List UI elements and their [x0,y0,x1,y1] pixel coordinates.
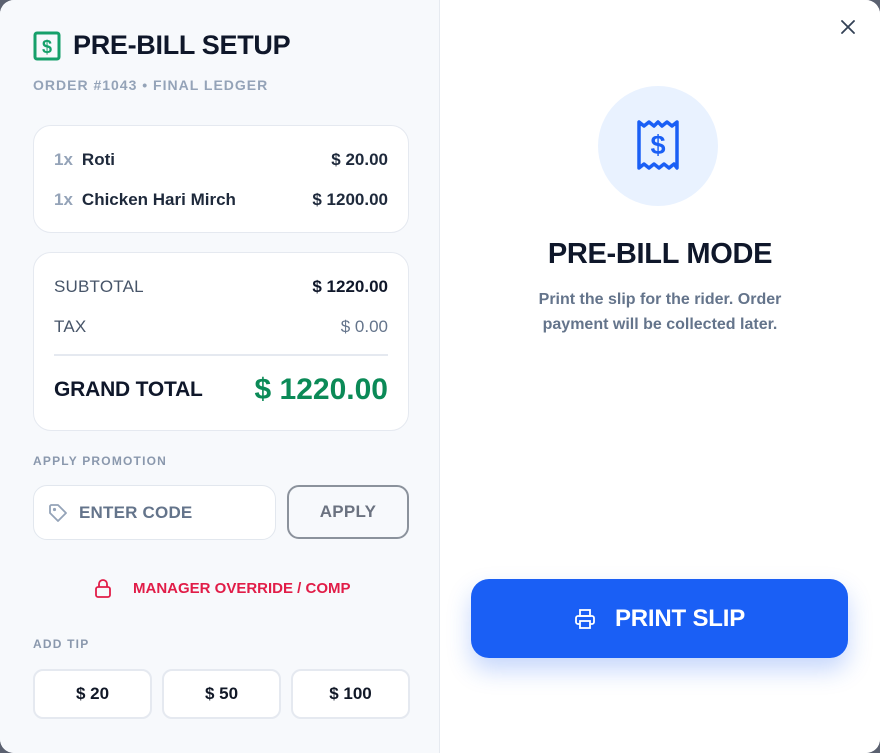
grand-total-label: GRAND TOTAL [54,378,203,401]
print-slip-button[interactable]: PRINT SLIP [471,579,848,658]
subtotal-value: $ 1220.00 [312,277,388,296]
item-price: $ 20.00 [331,150,388,169]
close-icon [841,20,855,34]
page-title: PRE-BILL SETUP [73,30,291,60]
pre-bill-modal: $ PRE-BILL SETUP ORDER #1043 • FINAL LED… [0,0,880,753]
manager-override-label: MANAGER OVERRIDE / COMP [133,579,351,597]
grand-total-row: GRAND TOTAL $ 1220.00 [54,356,388,424]
list-item: 1x Chicken Hari Mirch $ 1200.00 [54,180,388,220]
item-qty: 1x [54,190,73,209]
mode-title: PRE-BILL MODE [547,238,773,270]
close-button[interactable] [837,16,859,38]
tax-value: $ 0.00 [340,317,388,336]
tip-button-50[interactable]: $ 50 [162,669,281,719]
item-name: Roti [81,150,115,169]
item-price: $ 1200.00 [312,190,388,209]
apply-button[interactable]: APPLY [287,485,409,539]
mode-description: Print the slip for the rider. Order paym… [538,291,782,333]
left-panel: $ PRE-BILL SETUP ORDER #1043 • FINAL LED… [0,0,440,753]
subtotal-row: SUBTOTAL $ 1220.00 [54,267,388,307]
promotion-section-label: APPLY PROMOTION [33,454,168,468]
title-row: $ PRE-BILL SETUP [33,30,291,61]
item-qty: 1x [54,150,73,169]
receipt-dollar-icon: $ [637,120,679,170]
totals-card: SUBTOTAL $ 1220.00 TAX $ 0.00 GRAND TOTA… [33,252,409,431]
item-name: Chicken Hari Mirch [81,190,236,209]
right-panel: $ PRE-BILL MODE Print the slip for the r… [440,0,880,753]
tip-section-label: ADD TIP [33,637,90,651]
print-slip-label: PRINT SLIP [614,604,745,632]
mode-badge: $ [598,86,718,206]
promo-code-input[interactable]: ENTER CODE [33,485,276,540]
manager-override-button[interactable]: MANAGER OVERRIDE / COMP [93,578,351,598]
tag-icon [49,503,67,522]
svg-text:$: $ [650,130,665,160]
tax-label: TAX [54,317,87,336]
receipt-dollar-icon: $ [33,31,61,60]
tip-button-100[interactable]: $ 100 [291,669,410,719]
list-item: 1x Roti $ 20.00 [54,140,388,180]
promo-placeholder: ENTER CODE [79,502,193,522]
svg-text:$: $ [42,37,52,57]
lock-icon [95,579,111,598]
order-items-card: 1x Roti $ 20.00 1x Chicken Hari Mirch $ 12… [33,125,409,233]
subtotal-label: SUBTOTAL [54,277,144,296]
printer-icon [575,608,595,629]
order-subtitle: ORDER #1043 • FINAL LEDGER [33,77,269,93]
tax-row: TAX $ 0.00 [54,307,388,347]
grand-total-value: $ 1220.00 [254,373,388,406]
tip-button-20[interactable]: $ 20 [33,669,152,719]
